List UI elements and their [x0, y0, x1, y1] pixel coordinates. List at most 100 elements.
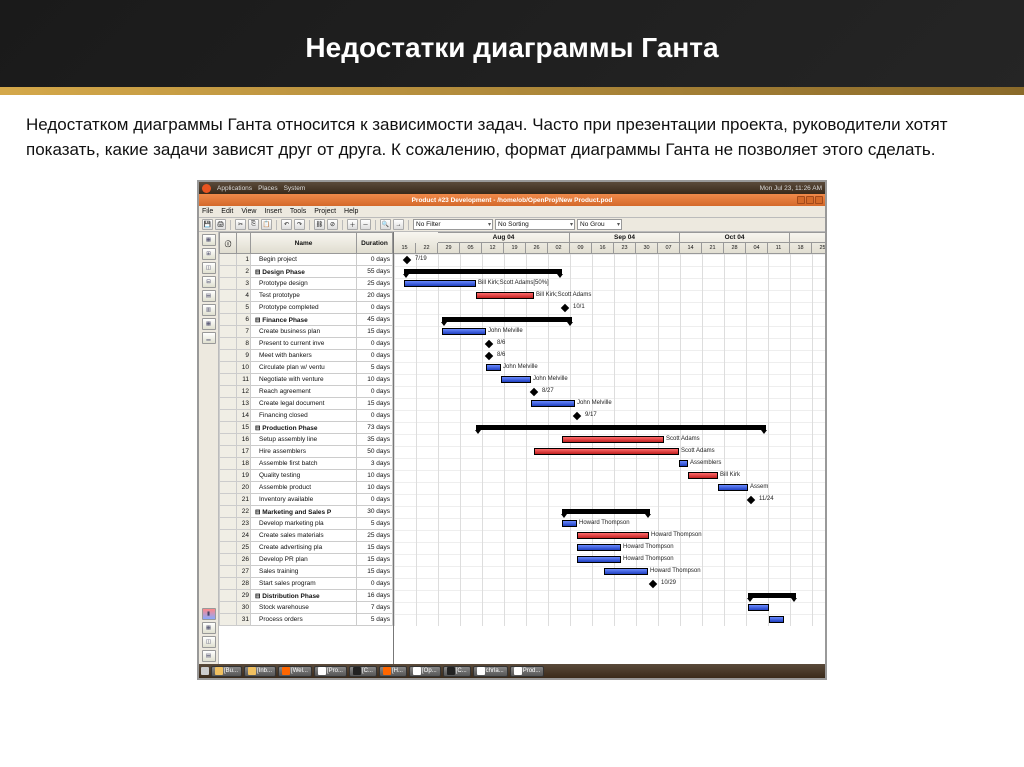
table-row[interactable]: 12Reach agreement0 days	[219, 386, 393, 398]
table-row[interactable]: 6⊟ Finance Phase45 days	[219, 314, 393, 326]
gantt-bar[interactable]: Assem	[718, 484, 748, 491]
table-row[interactable]: 15⊟ Production Phase73 days	[219, 422, 393, 434]
milestone-icon[interactable]	[649, 580, 657, 588]
gantt-bar[interactable]: John Melville	[442, 328, 486, 335]
table-row[interactable]: 26Develop PR plan15 days	[219, 554, 393, 566]
milestone-icon[interactable]	[747, 496, 755, 504]
gantt-bar[interactable]: Scott Adams	[562, 436, 664, 443]
report-view-icon[interactable]: ▤	[202, 290, 216, 302]
gantt-bar[interactable]: Howard Thompson	[577, 544, 621, 551]
taskbar-button[interactable]: [Pro...	[314, 666, 347, 677]
taskbar-button[interactable]: [Op...	[409, 666, 441, 677]
resource-view-icon[interactable]: ◫	[202, 262, 216, 274]
window-titlebar[interactable]: Product #23 Development - /home/ob/OpenP…	[199, 194, 825, 206]
gantt-bar[interactable]: John Melville	[486, 364, 501, 371]
show-desktop-icon[interactable]	[201, 667, 209, 675]
table-row[interactable]: 19Quality testing10 days	[219, 470, 393, 482]
taskbar-button[interactable]: Prod...	[510, 666, 545, 677]
gantt-bar[interactable]	[562, 509, 650, 514]
menu-edit[interactable]: Edit	[221, 208, 233, 215]
gantt-bar[interactable]: Bill Kirk	[688, 472, 718, 479]
milestone-icon[interactable]	[530, 388, 538, 396]
table-row[interactable]: 5Prototype completed0 days	[219, 302, 393, 314]
milestone-icon[interactable]	[561, 304, 569, 312]
maximize-button[interactable]	[806, 196, 814, 204]
paste-icon[interactable]: 📋	[261, 219, 272, 230]
detail-view-icon[interactable]: ◫	[202, 636, 216, 648]
gantt-bar[interactable]: Howard Thompson	[562, 520, 577, 527]
save-icon[interactable]: 💾	[202, 219, 213, 230]
gantt-view-icon[interactable]: ▦	[202, 234, 216, 246]
cut-icon[interactable]: ✂	[235, 219, 246, 230]
table-row[interactable]: 7Create business plan15 days	[219, 326, 393, 338]
gantt-bar[interactable]	[748, 593, 796, 598]
table-row[interactable]: 14Financing closed0 days	[219, 410, 393, 422]
table-row[interactable]: 27Sales training15 days	[219, 566, 393, 578]
print-icon[interactable]: 🖨	[215, 219, 226, 230]
table-row[interactable]: 3Prototype design25 days	[219, 278, 393, 290]
find-icon[interactable]: 🔍	[380, 219, 391, 230]
menu-tools[interactable]: Tools	[290, 208, 306, 215]
gantt-bar[interactable]: John Melville	[501, 376, 531, 383]
table-row[interactable]: 23Develop marketing pla5 days	[219, 518, 393, 530]
table-row[interactable]: 29⊟ Distribution Phase16 days	[219, 590, 393, 602]
histogram-view-icon[interactable]: ▁	[202, 332, 216, 344]
places-menu[interactable]: Places	[258, 185, 278, 192]
gantt-bar[interactable]	[748, 604, 769, 611]
taskbar-button[interactable]: [Bu...	[211, 666, 242, 677]
chart-view-icon[interactable]: ▮	[202, 608, 216, 620]
taskbar-button[interactable]: [C...	[443, 666, 471, 677]
table-row[interactable]: 31Process orders5 days	[219, 614, 393, 626]
table-row[interactable]: 22⊟ Marketing and Sales P30 days	[219, 506, 393, 518]
menu-view[interactable]: View	[241, 208, 256, 215]
undo-icon[interactable]: ↶	[281, 219, 292, 230]
gantt-bar[interactable]	[442, 317, 572, 322]
link-icon[interactable]: ⛓	[314, 219, 325, 230]
gantt-bar[interactable]: John Melville	[531, 400, 575, 407]
milestone-icon[interactable]	[573, 412, 581, 420]
redo-icon[interactable]: ↷	[294, 219, 305, 230]
apps-menu[interactable]: Applications	[217, 185, 252, 192]
table-row[interactable]: 2⊟ Design Phase55 days	[219, 266, 393, 278]
name-column[interactable]: Name	[251, 232, 357, 254]
table-row[interactable]: 13Create legal document15 days	[219, 398, 393, 410]
table-row[interactable]: 24Create sales materials25 days	[219, 530, 393, 542]
usage-view-icon[interactable]: ▥	[202, 304, 216, 316]
table-row[interactable]: 25Create advertising pla15 days	[219, 542, 393, 554]
taskbar-button[interactable]: [Inb...	[244, 666, 276, 677]
gantt-bar[interactable]: Howard Thompson	[577, 532, 649, 539]
milestone-icon[interactable]	[485, 340, 493, 348]
table-row[interactable]: 8Present to current inve0 days	[219, 338, 393, 350]
copy-icon[interactable]: ⎘	[248, 219, 259, 230]
gantt-bar[interactable]: Bill Kirk;Scott Adams	[476, 292, 534, 299]
gantt-bar[interactable]	[476, 425, 766, 430]
gantt-bar[interactable]: Howard Thompson	[604, 568, 648, 575]
unlink-icon[interactable]: ⊘	[327, 219, 338, 230]
table-row[interactable]: 10Circulate plan w/ ventu5 days	[219, 362, 393, 374]
milestone-icon[interactable]	[403, 256, 411, 264]
taskbar-button[interactable]: [C...	[349, 666, 377, 677]
filter-combo[interactable]: No Filter	[413, 219, 493, 230]
table-row[interactable]: 17Hire assemblers50 days	[219, 446, 393, 458]
gantt-bar[interactable]: Scott Adams	[534, 448, 679, 455]
table-row[interactable]: 1Begin project0 days	[219, 254, 393, 266]
network-view-icon[interactable]: ⊞	[202, 248, 216, 260]
gantt-bar[interactable]	[769, 616, 784, 623]
sort-combo[interactable]: No Sorting	[495, 219, 575, 230]
table-view-icon[interactable]: ▦	[202, 622, 216, 634]
taskbar-button[interactable]: chrla...	[473, 666, 508, 677]
zoom-out-icon[interactable]: －	[360, 219, 371, 230]
row-column[interactable]	[237, 232, 251, 254]
taskbar-button[interactable]: [H...	[379, 666, 407, 677]
table-row[interactable]: 18Assemble first batch3 days	[219, 458, 393, 470]
minimize-button[interactable]	[797, 196, 805, 204]
table-row[interactable]: 21Inventory available0 days	[219, 494, 393, 506]
gantt-bar[interactable]: Assemblers	[679, 460, 688, 467]
table-row[interactable]: 20Assemble product10 days	[219, 482, 393, 494]
system-menu[interactable]: System	[284, 185, 306, 192]
milestone-icon[interactable]	[485, 352, 493, 360]
gnome-panel[interactable]: Applications Places System Mon Jul 23, 1…	[199, 182, 825, 194]
duration-column[interactable]: Duration	[357, 232, 393, 254]
table-row[interactable]: 30Stock warehouse7 days	[219, 602, 393, 614]
info-column[interactable]: ⓘ	[219, 232, 237, 254]
